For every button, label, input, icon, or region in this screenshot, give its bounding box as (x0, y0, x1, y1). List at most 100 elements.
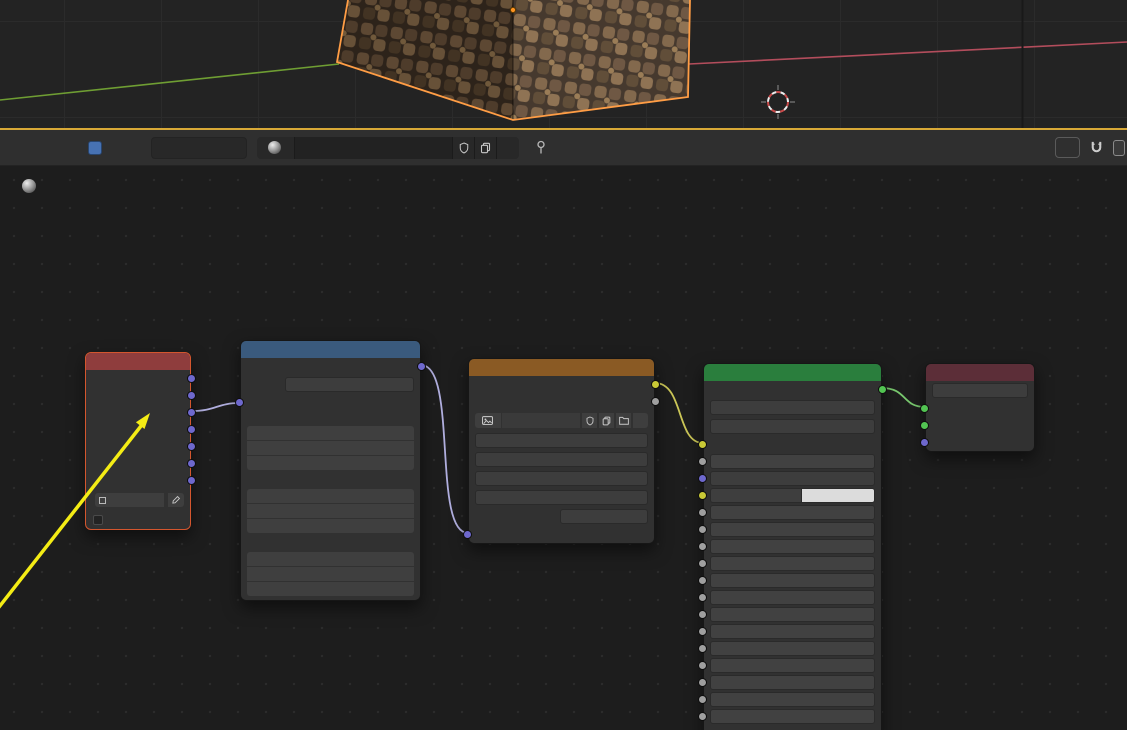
subsurface-method-dropdown[interactable] (710, 419, 875, 434)
browse-image-button[interactable] (475, 413, 501, 428)
socket-float[interactable] (698, 661, 707, 670)
socket-vector[interactable] (187, 476, 196, 485)
unlink-material-button[interactable] (497, 136, 519, 159)
extension-dropdown[interactable] (475, 471, 648, 486)
parent-up-button[interactable] (1055, 137, 1080, 158)
socket-vector[interactable] (920, 438, 929, 447)
object-field[interactable] (95, 493, 164, 507)
rotation-x-field[interactable] (247, 489, 414, 503)
sheen-tint-slider[interactable] (710, 658, 875, 673)
color-space-dropdown[interactable] (560, 509, 648, 524)
projection-dropdown[interactable] (475, 452, 648, 467)
socket-float[interactable] (698, 542, 707, 551)
socket-float[interactable] (698, 576, 707, 585)
socket-color[interactable] (698, 440, 707, 449)
subsurface-slider[interactable] (710, 454, 875, 469)
node-mapping[interactable] (235, 340, 426, 601)
unlink-image-button[interactable] (633, 413, 648, 428)
subsurface-ior-slider[interactable] (710, 505, 875, 520)
socket-float[interactable] (698, 644, 707, 653)
socket-float[interactable] (698, 508, 707, 517)
node-principled-bsdf[interactable] (698, 363, 887, 730)
material-name-field[interactable] (295, 136, 453, 159)
ior-slider[interactable] (710, 709, 875, 724)
scale-y-field[interactable] (247, 567, 414, 581)
socket-float[interactable] (698, 678, 707, 687)
eyedropper-button[interactable] (168, 493, 184, 507)
socket-vector[interactable] (187, 391, 196, 400)
socket-vector[interactable] (187, 408, 196, 417)
open-image-button[interactable] (616, 413, 631, 428)
pin-button[interactable] (535, 140, 547, 155)
interpolation-dropdown[interactable] (475, 433, 648, 448)
socket-vector[interactable] (463, 530, 472, 539)
anisotropic-rotation-slider[interactable] (710, 624, 875, 639)
target-dropdown[interactable] (932, 383, 1028, 398)
node-header[interactable] (469, 359, 654, 376)
material-slot-dropdown[interactable] (151, 136, 247, 159)
socket-vector[interactable] (417, 362, 426, 371)
subsurface-color-swatch[interactable] (800, 488, 875, 503)
node-header[interactable] (86, 353, 190, 370)
fake-user-shield-button[interactable] (582, 413, 597, 428)
socket-vector[interactable] (235, 398, 244, 407)
new-image-button[interactable] (599, 413, 614, 428)
3d-viewport[interactable] (0, 0, 1127, 128)
socket-float[interactable] (698, 695, 707, 704)
node-header[interactable] (241, 341, 420, 358)
from-instancer-checkbox[interactable] (93, 515, 103, 525)
socket-float[interactable] (651, 397, 660, 406)
location-x-field[interactable] (247, 426, 414, 440)
node-image-texture[interactable] (463, 358, 660, 544)
socket-vector[interactable] (187, 425, 196, 434)
node-texture-coordinate[interactable] (85, 352, 196, 530)
image-name-field[interactable] (502, 413, 580, 428)
roughness-slider[interactable] (710, 590, 875, 605)
node-material-output[interactable] (920, 363, 1035, 452)
socket-shader[interactable] (878, 385, 887, 394)
socket-shader[interactable] (920, 421, 929, 430)
socket-float[interactable] (698, 712, 707, 721)
rotation-z-field[interactable] (247, 519, 414, 533)
overlay-options-icon[interactable] (1113, 139, 1125, 157)
node-header[interactable] (926, 364, 1034, 381)
socket-vector[interactable] (187, 374, 196, 383)
location-z-field[interactable] (247, 456, 414, 470)
socket-float[interactable] (698, 593, 707, 602)
socket-float[interactable] (698, 610, 707, 619)
specular-tint-slider[interactable] (710, 573, 875, 588)
distribution-dropdown[interactable] (710, 400, 875, 415)
metallic-slider[interactable] (710, 539, 875, 554)
textured-cube[interactable] (335, 0, 691, 121)
socket-float[interactable] (698, 559, 707, 568)
socket-vector[interactable] (187, 442, 196, 451)
use-nodes-checkbox[interactable] (88, 140, 102, 155)
socket-color[interactable] (651, 380, 660, 389)
socket-float[interactable] (698, 525, 707, 534)
socket-color[interactable] (698, 491, 707, 500)
snap-magnet-icon[interactable] (1089, 140, 1104, 155)
location-y-field[interactable] (247, 441, 414, 455)
rotation-y-field[interactable] (247, 504, 414, 518)
socket-shader[interactable] (920, 404, 929, 413)
clearcoat-slider[interactable] (710, 675, 875, 690)
anisotropic-slider[interactable] (710, 607, 875, 622)
subsurface-anisotropy-slider[interactable] (710, 522, 875, 537)
use-nodes-toggle[interactable] (88, 140, 109, 155)
socket-float[interactable] (698, 627, 707, 636)
socket-vector[interactable] (698, 474, 707, 483)
scale-x-field[interactable] (247, 552, 414, 566)
fake-user-shield-button[interactable] (453, 136, 475, 159)
new-material-button[interactable] (475, 136, 497, 159)
specular-slider[interactable] (710, 556, 875, 571)
sheen-slider[interactable] (710, 641, 875, 656)
clearcoat-roughness-slider[interactable] (710, 692, 875, 707)
source-dropdown[interactable] (475, 490, 648, 505)
node-header[interactable] (704, 364, 881, 381)
socket-float[interactable] (698, 457, 707, 466)
scale-z-field[interactable] (247, 582, 414, 596)
mapping-type-dropdown[interactable] (285, 377, 414, 392)
browse-material-button[interactable] (257, 136, 295, 159)
socket-vector[interactable] (187, 459, 196, 468)
subsurface-radius-dropdown[interactable] (710, 471, 875, 486)
